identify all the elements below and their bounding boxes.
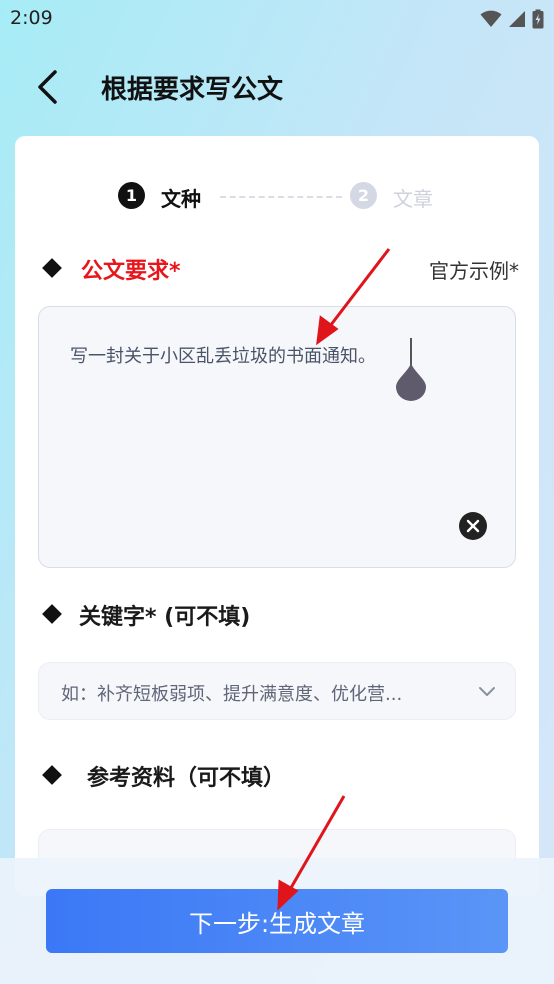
diamond-bullet-icon [42, 765, 62, 785]
status-bar: 2:09 [0, 0, 554, 40]
back-button[interactable] [28, 65, 68, 109]
step-connector [220, 196, 342, 198]
stepper: 1 文种 2 文章 [15, 181, 539, 213]
chevron-left-icon [38, 70, 57, 104]
wifi-icon [480, 10, 502, 27]
status-icons [480, 8, 544, 30]
requirements-section-header: 公文要求* 官方示例* [39, 251, 519, 285]
diamond-bullet-icon [42, 604, 62, 624]
official-example-link[interactable]: 官方示例* [429, 255, 519, 284]
next-step-generate-button[interactable]: 下一步:生成文章 [46, 889, 508, 953]
keywords-input[interactable]: 如：补齐短板弱项、提升满意度、优化营... [38, 662, 516, 720]
requirements-textarea[interactable]: 写一封关于小区乱丢垃圾的书面通知。 [38, 306, 516, 568]
cellular-signal-icon [509, 11, 525, 27]
keywords-section-header: 关键字* (可不填) [39, 597, 519, 631]
close-icon [466, 519, 480, 533]
diamond-bullet-icon [42, 258, 62, 278]
status-time: 2:09 [10, 7, 53, 29]
app-header: 根据要求写公文 [0, 55, 554, 119]
reference-section-header: 参考资料（可不填） [39, 758, 519, 792]
reference-title: 参考资料（可不填） [87, 766, 286, 791]
step-1-number: 1 [118, 182, 145, 209]
step-2-number: 2 [350, 182, 377, 209]
step-2-label: 文章 [393, 187, 433, 211]
requirements-text: 写一封关于小区乱丢垃圾的书面通知。 [70, 346, 376, 367]
clear-text-button[interactable] [459, 512, 487, 540]
keywords-title: 关键字* (可不填) [79, 605, 251, 630]
requirements-title: 公文要求* [81, 259, 181, 284]
cursor-handle-icon[interactable] [395, 363, 427, 401]
battery-icon [532, 9, 544, 29]
keywords-placeholder: 如：补齐短板弱项、提升满意度、优化营... [61, 684, 403, 705]
step-1-label: 文种 [161, 187, 201, 211]
page-title: 根据要求写公文 [101, 75, 284, 105]
form-card: 1 文种 2 文章 公文要求* 官方示例* 写一封关于小区乱丢垃圾的书面通知。 … [15, 136, 539, 896]
chevron-down-icon[interactable] [477, 681, 497, 701]
